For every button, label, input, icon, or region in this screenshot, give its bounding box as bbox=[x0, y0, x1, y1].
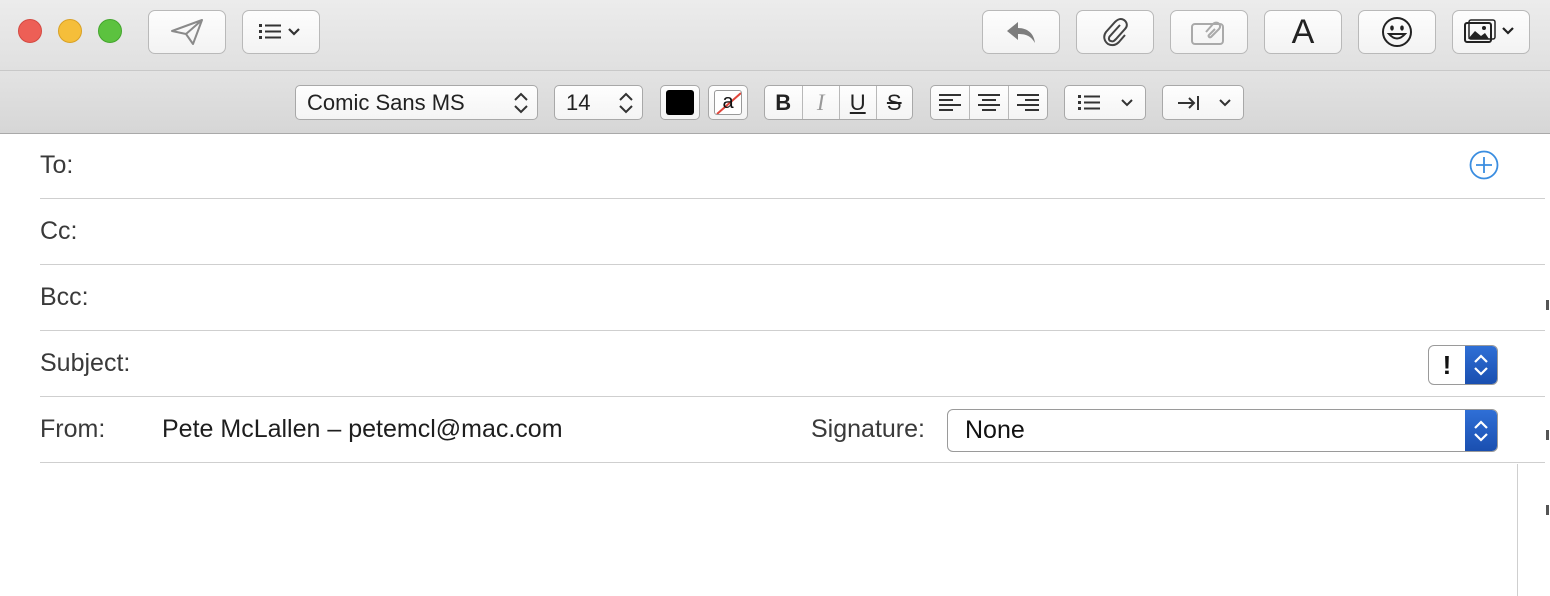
font-size-value: 14 bbox=[566, 89, 591, 115]
underline-label: U bbox=[849, 89, 866, 115]
font-family-value: Comic Sans MS bbox=[307, 89, 465, 115]
align-left-icon bbox=[939, 93, 962, 111]
list-style-menu[interactable] bbox=[1064, 85, 1146, 120]
align-right-icon bbox=[1016, 93, 1039, 111]
priority-mark: ! bbox=[1442, 349, 1452, 380]
list-chevron-icon bbox=[259, 24, 300, 39]
priority-select[interactable]: ! bbox=[1428, 345, 1498, 385]
from-label: From: bbox=[40, 415, 106, 443]
photo-browser-button[interactable] bbox=[1452, 10, 1530, 54]
no-color-swatch: a bbox=[714, 90, 742, 115]
text-color-swatch bbox=[666, 90, 694, 115]
minimize-window-button[interactable] bbox=[58, 19, 82, 43]
up-down-chevron-icon bbox=[619, 92, 633, 113]
strikethrough-label: S bbox=[886, 89, 902, 115]
photo-icon bbox=[1464, 19, 1514, 43]
bcc-field-row: Bcc: bbox=[40, 265, 1545, 331]
paperclip-icon bbox=[1103, 17, 1128, 47]
zoom-window-button[interactable] bbox=[98, 19, 122, 43]
add-contact-icon[interactable] bbox=[1469, 150, 1499, 180]
font-size-select[interactable]: 14 bbox=[554, 85, 643, 120]
window-toolbar: A bbox=[0, 0, 1550, 71]
italic-label: I bbox=[816, 89, 825, 115]
signature-value: None bbox=[965, 416, 1025, 444]
body-divider bbox=[1517, 464, 1518, 596]
align-center-icon bbox=[978, 93, 1000, 111]
cc-field-row: Cc: bbox=[40, 199, 1545, 265]
background-color-well[interactable]: a bbox=[708, 85, 748, 120]
up-down-chevron-icon bbox=[1465, 346, 1497, 384]
italic-button[interactable]: I bbox=[801, 86, 840, 119]
from-account-popup[interactable]: Pete McLallen – petemcl@mac.com bbox=[162, 415, 563, 444]
align-right-button[interactable] bbox=[1007, 86, 1047, 119]
underline-button[interactable]: U bbox=[839, 86, 876, 119]
bold-button[interactable]: B bbox=[765, 86, 802, 119]
cc-input[interactable] bbox=[160, 211, 1514, 253]
from-field-row: From: Pete McLallen – petemcl@mac.com Si… bbox=[40, 397, 1545, 463]
bcc-label: Bcc: bbox=[40, 283, 89, 311]
align-center-button[interactable] bbox=[969, 86, 1007, 119]
emoji-button[interactable] bbox=[1358, 10, 1436, 54]
reply-arrow-icon bbox=[1007, 22, 1035, 43]
header-fields-menu[interactable] bbox=[242, 10, 320, 54]
up-down-chevron-icon bbox=[514, 92, 528, 113]
format-bar: Comic Sans MS 14 a B I U S bbox=[0, 71, 1550, 134]
message-body[interactable] bbox=[40, 464, 1517, 596]
letter-a-icon: A bbox=[1291, 13, 1315, 51]
window-edge-mark bbox=[1546, 430, 1549, 440]
reply-button[interactable] bbox=[982, 10, 1060, 54]
subject-label: Subject: bbox=[40, 349, 131, 377]
attach-button[interactable] bbox=[1076, 10, 1154, 54]
markup-icon bbox=[1191, 21, 1224, 45]
alignment-segment bbox=[930, 85, 1048, 120]
smiley-icon bbox=[1382, 17, 1412, 47]
bold-label: B bbox=[775, 89, 792, 115]
paper-plane-icon bbox=[171, 19, 203, 45]
strikethrough-button[interactable]: S bbox=[875, 86, 913, 119]
close-window-button[interactable] bbox=[18, 19, 42, 43]
bcc-input[interactable] bbox=[160, 277, 1514, 319]
send-button[interactable] bbox=[148, 10, 226, 54]
text-style-segment: B I U S bbox=[764, 85, 913, 120]
font-family-select[interactable]: Comic Sans MS bbox=[295, 85, 538, 120]
up-down-chevron-icon bbox=[1465, 410, 1497, 451]
to-field-row: To: bbox=[40, 133, 1545, 199]
text-color-well[interactable] bbox=[660, 85, 700, 120]
window-edge-mark bbox=[1546, 505, 1549, 515]
indent-chevron-icon bbox=[1178, 95, 1231, 110]
to-label: To: bbox=[40, 151, 74, 179]
markup-button[interactable] bbox=[1170, 10, 1248, 54]
fonts-button[interactable]: A bbox=[1264, 10, 1342, 54]
signature-select[interactable]: None bbox=[947, 409, 1498, 452]
signature-label: Signature: bbox=[811, 415, 925, 443]
subject-field-row: Subject: bbox=[40, 331, 1545, 397]
cc-label: Cc: bbox=[40, 217, 78, 245]
window-edge-mark bbox=[1546, 300, 1549, 310]
indent-menu[interactable] bbox=[1162, 85, 1244, 120]
background-color-letter: a bbox=[722, 91, 734, 113]
to-input[interactable] bbox=[160, 145, 1464, 187]
subject-input[interactable] bbox=[160, 343, 1414, 385]
align-left-button[interactable] bbox=[931, 86, 969, 119]
bullet-list-chevron-icon bbox=[1078, 94, 1133, 110]
